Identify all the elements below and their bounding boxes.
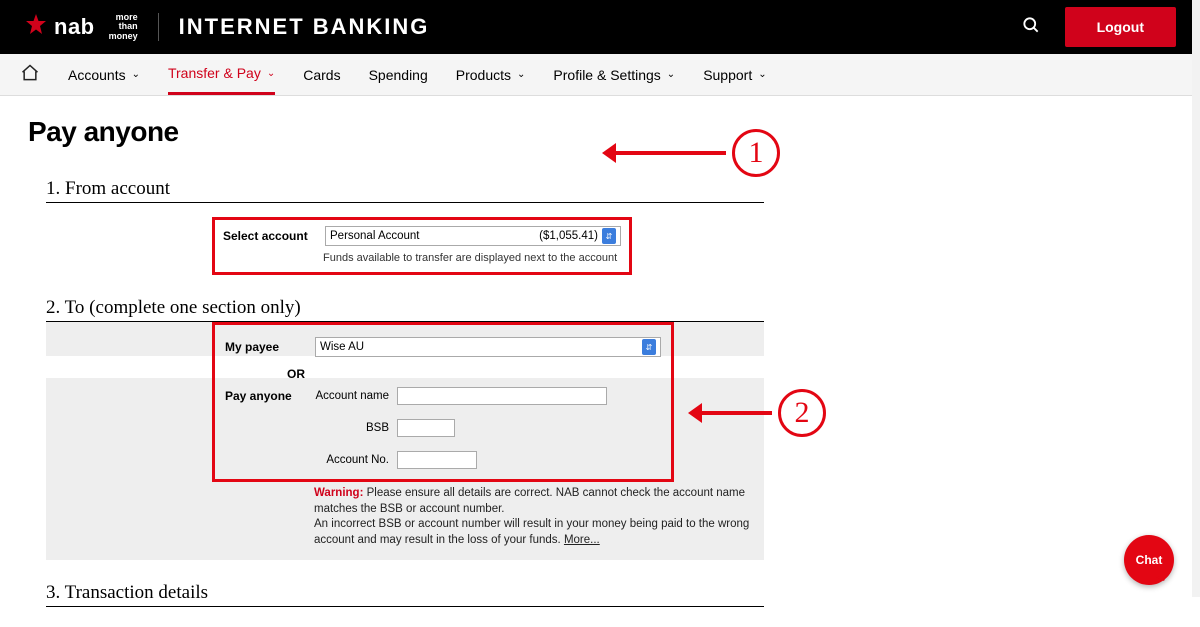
bsb-input[interactable] xyxy=(397,419,455,437)
from-account-hint: Funds available to transfer are displaye… xyxy=(323,252,621,264)
my-payee-label: My payee xyxy=(225,340,315,354)
topbar-right: Logout xyxy=(1021,7,1176,47)
nab-tagline: more than money xyxy=(109,13,138,41)
warning-text: Warning: Please ensure all details are c… xyxy=(314,486,752,548)
page-content: Pay anyone 1. From account Select accoun… xyxy=(0,96,1200,627)
scrollbar[interactable] xyxy=(1192,0,1200,597)
nab-star-icon xyxy=(24,13,48,42)
step-3-heading: 3. Transaction details xyxy=(46,582,764,607)
nav-spending[interactable]: Spending xyxy=(369,54,428,95)
nav-support[interactable]: Support⌄ xyxy=(703,54,766,95)
nab-brand-text: nab xyxy=(54,14,95,40)
pay-anyone-label: Pay anyone xyxy=(225,389,315,403)
bsb-label: BSB xyxy=(315,422,397,434)
dropdown-toggle-icon: ⇵ xyxy=(642,339,656,355)
or-label: OR xyxy=(287,367,661,381)
topbar: nab more than money INTERNET BANKING Log… xyxy=(0,0,1200,54)
home-icon[interactable] xyxy=(20,63,40,86)
account-no-input[interactable] xyxy=(397,451,477,469)
page-title: Pay anyone xyxy=(28,116,1172,148)
step-1-heading: 1. From account xyxy=(46,178,764,203)
account-no-label: Account No. xyxy=(315,454,397,466)
from-account-balance: ($1,055.41) xyxy=(539,230,598,242)
step-1: 1. From account Select account Personal … xyxy=(46,178,946,275)
chat-button[interactable]: Chat xyxy=(1124,535,1174,585)
topbar-divider xyxy=(158,13,159,41)
from-account-box: Select account Personal Account ($1,055.… xyxy=(212,217,632,275)
logout-button[interactable]: Logout xyxy=(1065,7,1176,47)
main-nav: Accounts⌄ Transfer & Pay⌄ Cards Spending… xyxy=(0,54,1200,96)
nav-transfer-pay[interactable]: Transfer & Pay⌄ xyxy=(168,54,275,95)
step-2: 2. To (complete one section only) My pay… xyxy=(46,297,946,560)
internet-banking-title: INTERNET BANKING xyxy=(179,14,430,40)
account-name-input[interactable] xyxy=(397,387,607,405)
chevron-down-icon: ⌄ xyxy=(758,69,766,80)
arrow-icon xyxy=(692,411,772,415)
search-icon[interactable] xyxy=(1021,15,1041,40)
from-account-name: Personal Account xyxy=(330,230,420,242)
chevron-down-icon: ⌄ xyxy=(517,69,525,80)
nav-accounts[interactable]: Accounts⌄ xyxy=(68,54,140,95)
topbar-left: nab more than money INTERNET BANKING xyxy=(24,13,429,42)
chevron-down-icon: ⌄ xyxy=(267,68,275,79)
step-2-heading: 2. To (complete one section only) xyxy=(46,297,764,322)
nav-profile-settings[interactable]: Profile & Settings⌄ xyxy=(553,54,675,95)
annotation-number-2: 2 xyxy=(778,389,826,437)
from-account-select[interactable]: Personal Account ($1,055.41) ⇵ xyxy=(325,226,621,246)
nab-logo[interactable]: nab xyxy=(24,13,95,42)
chevron-down-icon: ⌄ xyxy=(132,69,140,80)
dropdown-toggle-icon: ⇵ xyxy=(602,228,616,244)
nav-products[interactable]: Products⌄ xyxy=(456,54,526,95)
nav-cards[interactable]: Cards xyxy=(303,54,340,95)
my-payee-select[interactable]: Wise AU ⇵ xyxy=(315,337,661,357)
arrow-icon xyxy=(606,151,726,155)
chevron-down-icon: ⌄ xyxy=(667,69,675,80)
select-account-label: Select account xyxy=(223,229,315,243)
chat-label: Chat xyxy=(1136,553,1163,567)
to-payee-box: My payee Wise AU ⇵ OR Pay anyone Account… xyxy=(212,322,674,482)
my-payee-value: Wise AU xyxy=(320,341,364,353)
warning-label: Warning: xyxy=(314,487,363,499)
annotation-2: 2 xyxy=(692,389,826,437)
more-link[interactable]: More... xyxy=(564,534,600,546)
account-name-label: Account name xyxy=(315,390,397,402)
step-3: 3. Transaction details xyxy=(46,582,946,607)
